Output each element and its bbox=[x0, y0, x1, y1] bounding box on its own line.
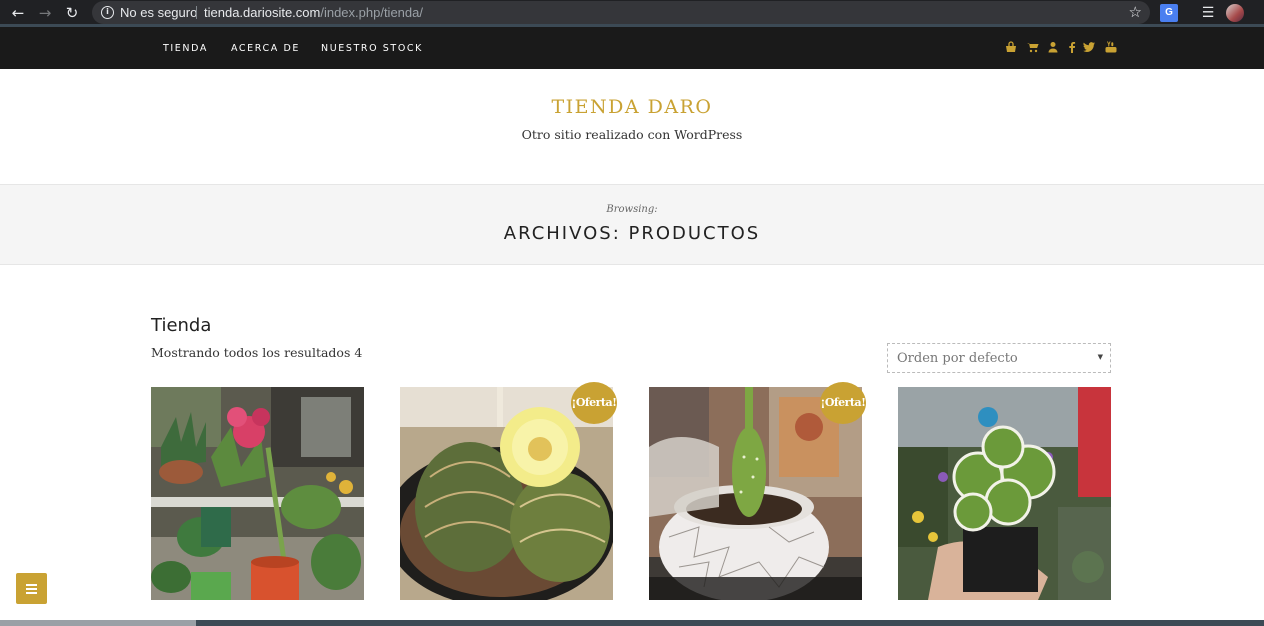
result-count: Mostrando todos los resultados 4 bbox=[151, 345, 363, 360]
hamburger-line bbox=[26, 588, 37, 590]
orderby-select[interactable]: Orden por defecto ▼ bbox=[887, 343, 1111, 373]
archive-title: ARCHIVOS: PRODUCTOS bbox=[503, 223, 761, 244]
orderby-value: Orden por defecto bbox=[897, 351, 1018, 366]
nav-item-nuestro-stock[interactable]: NUESTRO STOCK bbox=[321, 43, 423, 54]
nav-item-acerca-de[interactable]: ACERCA DE bbox=[231, 43, 300, 54]
profile-avatar[interactable] bbox=[1226, 4, 1244, 22]
hamburger-line bbox=[26, 592, 37, 594]
address-bar[interactable]: i No es seguro tienda.dariosite.com/inde… bbox=[92, 1, 1150, 24]
url-text[interactable]: tienda.dariosite.com/index.php/tienda/ bbox=[204, 5, 423, 20]
url-path: /index.php/tienda/ bbox=[320, 5, 423, 20]
scrollbar-thumb[interactable] bbox=[0, 620, 196, 626]
bookmark-star-icon[interactable]: ☆ bbox=[1129, 3, 1142, 21]
dropdown-arrow-icon: ▼ bbox=[1097, 353, 1103, 361]
product-image-plants-shelf[interactable] bbox=[151, 387, 364, 600]
menu-toggle-button[interactable] bbox=[16, 573, 47, 604]
back-arrow-icon[interactable]: ← bbox=[9, 4, 27, 22]
browsing-label: Browsing: bbox=[606, 204, 658, 215]
hamburger-line bbox=[26, 584, 37, 586]
sale-badge: ¡Oferta! bbox=[820, 382, 866, 424]
reload-icon[interactable]: ↻ bbox=[63, 4, 81, 22]
site-title[interactable]: TIENDA DARO bbox=[0, 96, 1264, 118]
twitter-icon[interactable] bbox=[1083, 41, 1095, 53]
browser-chrome: ← → ↻ i No es seguro tienda.dariosite.co… bbox=[0, 0, 1264, 27]
forward-arrow-icon[interactable]: → bbox=[36, 4, 54, 22]
facebook-icon[interactable] bbox=[1066, 41, 1078, 53]
nav-item-tienda[interactable]: TIENDA bbox=[163, 43, 208, 54]
cart-icon[interactable] bbox=[1027, 41, 1039, 53]
user-icon[interactable] bbox=[1047, 41, 1059, 53]
url-host: tienda.dariosite.com bbox=[204, 5, 321, 20]
security-label[interactable]: No es seguro bbox=[120, 5, 197, 20]
media-queue-icon[interactable]: ☰ bbox=[1199, 4, 1217, 22]
bag-icon[interactable] bbox=[1005, 41, 1017, 53]
youtube-icon[interactable] bbox=[1105, 41, 1117, 53]
info-icon[interactable]: i bbox=[101, 6, 114, 19]
shop-title: Tienda bbox=[151, 315, 212, 336]
product-image-geranium[interactable] bbox=[898, 387, 1111, 600]
horizontal-scrollbar[interactable] bbox=[0, 620, 1264, 626]
translate-extension-icon[interactable]: G bbox=[1160, 4, 1178, 22]
site-tagline: Otro sitio realizado con WordPress bbox=[521, 127, 743, 142]
site-nav: TIENDA ACERCA DE NUESTRO STOCK bbox=[0, 27, 1264, 69]
sale-badge: ¡Oferta! bbox=[571, 382, 617, 424]
archive-header: Browsing: ARCHIVOS: PRODUCTOS bbox=[0, 184, 1264, 265]
omnibox-separator bbox=[196, 6, 197, 19]
